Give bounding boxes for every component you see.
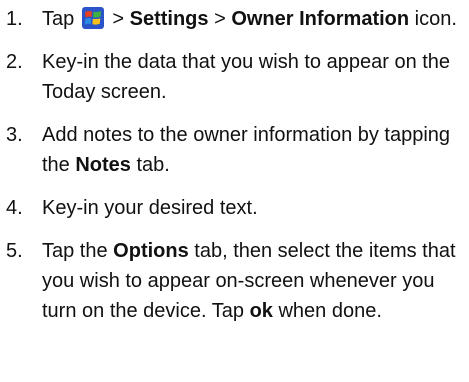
step-number: 1.	[6, 8, 23, 30]
step-number: 3.	[6, 124, 23, 146]
step-text: tab.	[130, 154, 170, 176]
step-text: Key-in your desired text.	[42, 197, 258, 219]
step-number: 5.	[6, 240, 23, 262]
options-tab-label: Options	[113, 240, 189, 262]
step-number: 4.	[6, 197, 23, 219]
ok-label: ok	[249, 300, 273, 322]
step-3: 3. Add notes to the owner information by…	[0, 120, 469, 180]
step-text: icon.	[409, 8, 457, 30]
step-text: when done.	[272, 300, 382, 322]
step-5: 5. Tap the Options tab, then select the …	[0, 236, 469, 326]
step-number: 2.	[6, 51, 23, 73]
step-text: Tap	[42, 8, 80, 30]
owner-information-label: Owner Information	[231, 8, 410, 30]
step-text: >	[106, 8, 130, 30]
windows-start-icon	[81, 7, 104, 29]
step-4: 4. Key-in your desired text.	[0, 193, 469, 223]
step-text: >	[208, 8, 232, 30]
step-2: 2. Key-in the data that you wish to appe…	[0, 47, 469, 107]
step-text: Key-in the data that you wish to appear …	[42, 51, 451, 103]
settings-label: Settings	[129, 8, 209, 30]
notes-tab-label: Notes	[75, 154, 131, 176]
instruction-list: 1. Tap > Settings > Owner Information ic…	[0, 0, 469, 326]
step-1: 1. Tap > Settings > Owner Information ic…	[0, 4, 469, 34]
step-text: Tap the	[42, 240, 114, 262]
